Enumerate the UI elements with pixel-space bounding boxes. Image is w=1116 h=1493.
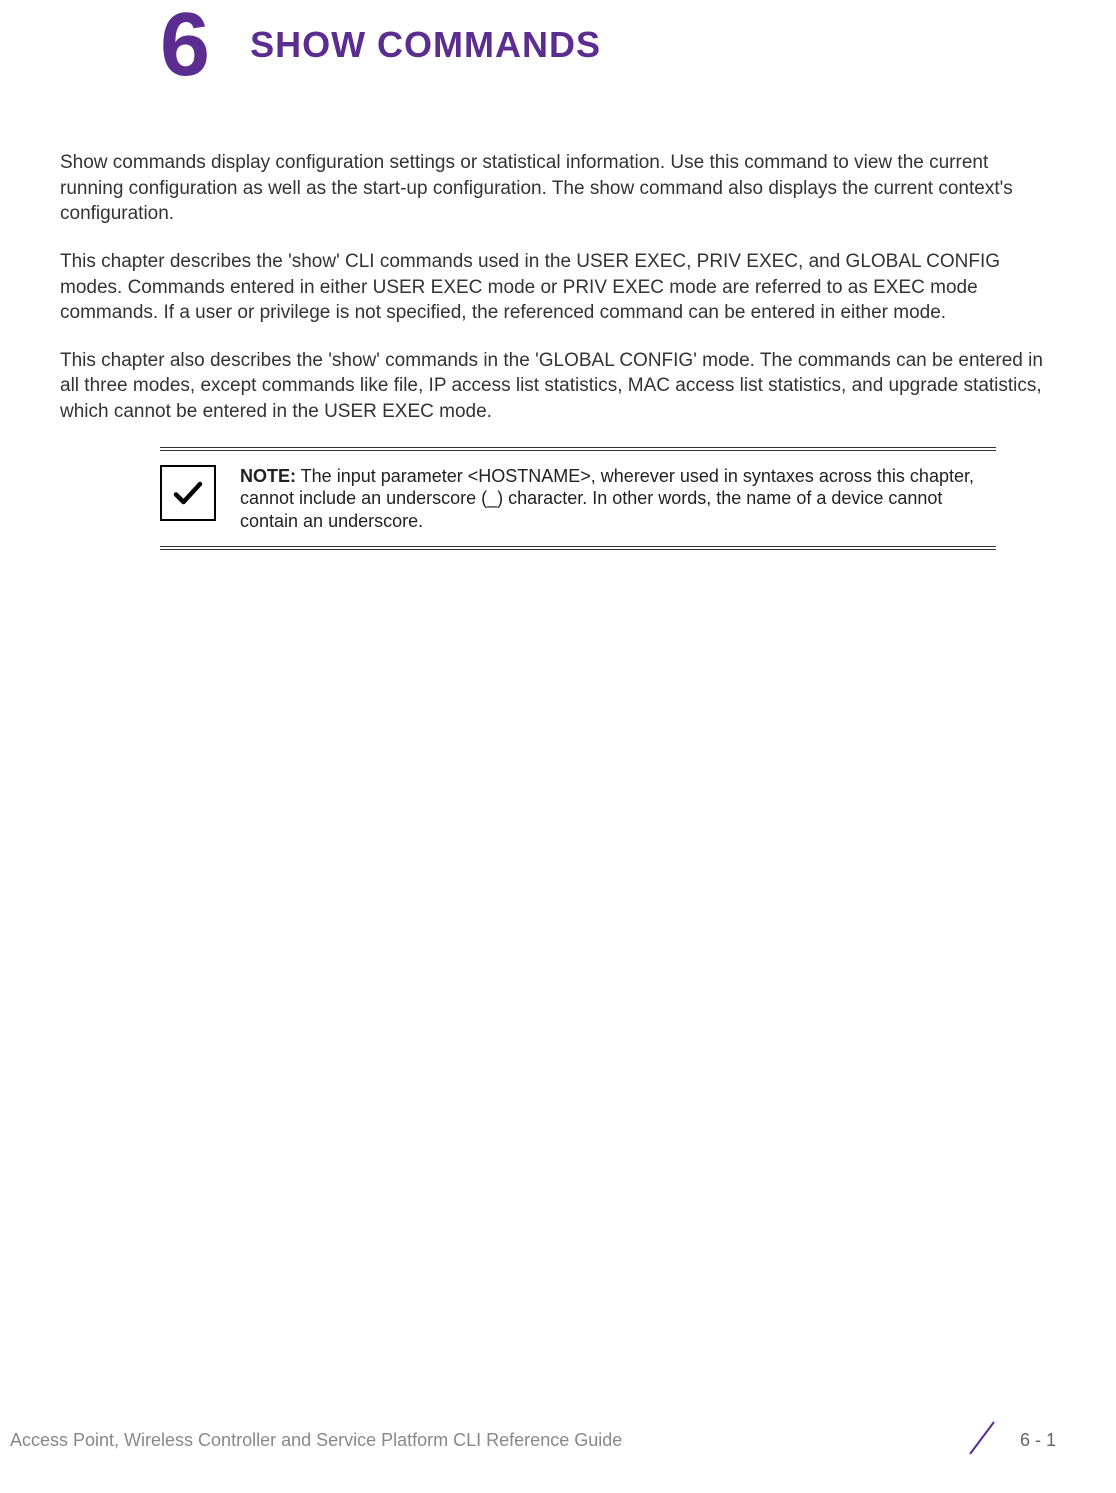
- chapter-number-wrap: 6: [160, 0, 210, 90]
- checkmark-icon: [160, 465, 216, 521]
- chapter-number: 6: [160, 0, 210, 90]
- footer-page-number: 6 - 1: [1020, 1430, 1056, 1451]
- chapter-header: 6 SHOW COMMANDS: [60, 0, 1056, 90]
- note-block: NOTE: The input parameter <HOSTNAME>, wh…: [160, 447, 996, 551]
- page: 6 SHOW COMMANDS Show commands display co…: [0, 0, 1116, 1493]
- note-body: The input parameter <HOSTNAME>, wherever…: [240, 466, 974, 531]
- note-rule-bottom: [160, 546, 996, 550]
- paragraph: This chapter describes the 'show' CLI co…: [60, 249, 1056, 326]
- footer-title: Access Point, Wireless Controller and Se…: [10, 1430, 622, 1451]
- body-content: Show commands display configuration sett…: [60, 150, 1056, 550]
- paragraph: Show commands display configuration sett…: [60, 150, 1056, 227]
- chapter-title: SHOW COMMANDS: [250, 24, 601, 66]
- note-text: NOTE: The input parameter <HOSTNAME>, wh…: [240, 465, 996, 533]
- footer-right: 6 - 1: [962, 1418, 1056, 1463]
- slash-icon: [962, 1418, 1002, 1463]
- note-row: NOTE: The input parameter <HOSTNAME>, wh…: [160, 451, 996, 547]
- note-label: NOTE:: [240, 466, 296, 486]
- page-footer: Access Point, Wireless Controller and Se…: [0, 1418, 1116, 1463]
- paragraph: This chapter also describes the 'show' c…: [60, 348, 1056, 425]
